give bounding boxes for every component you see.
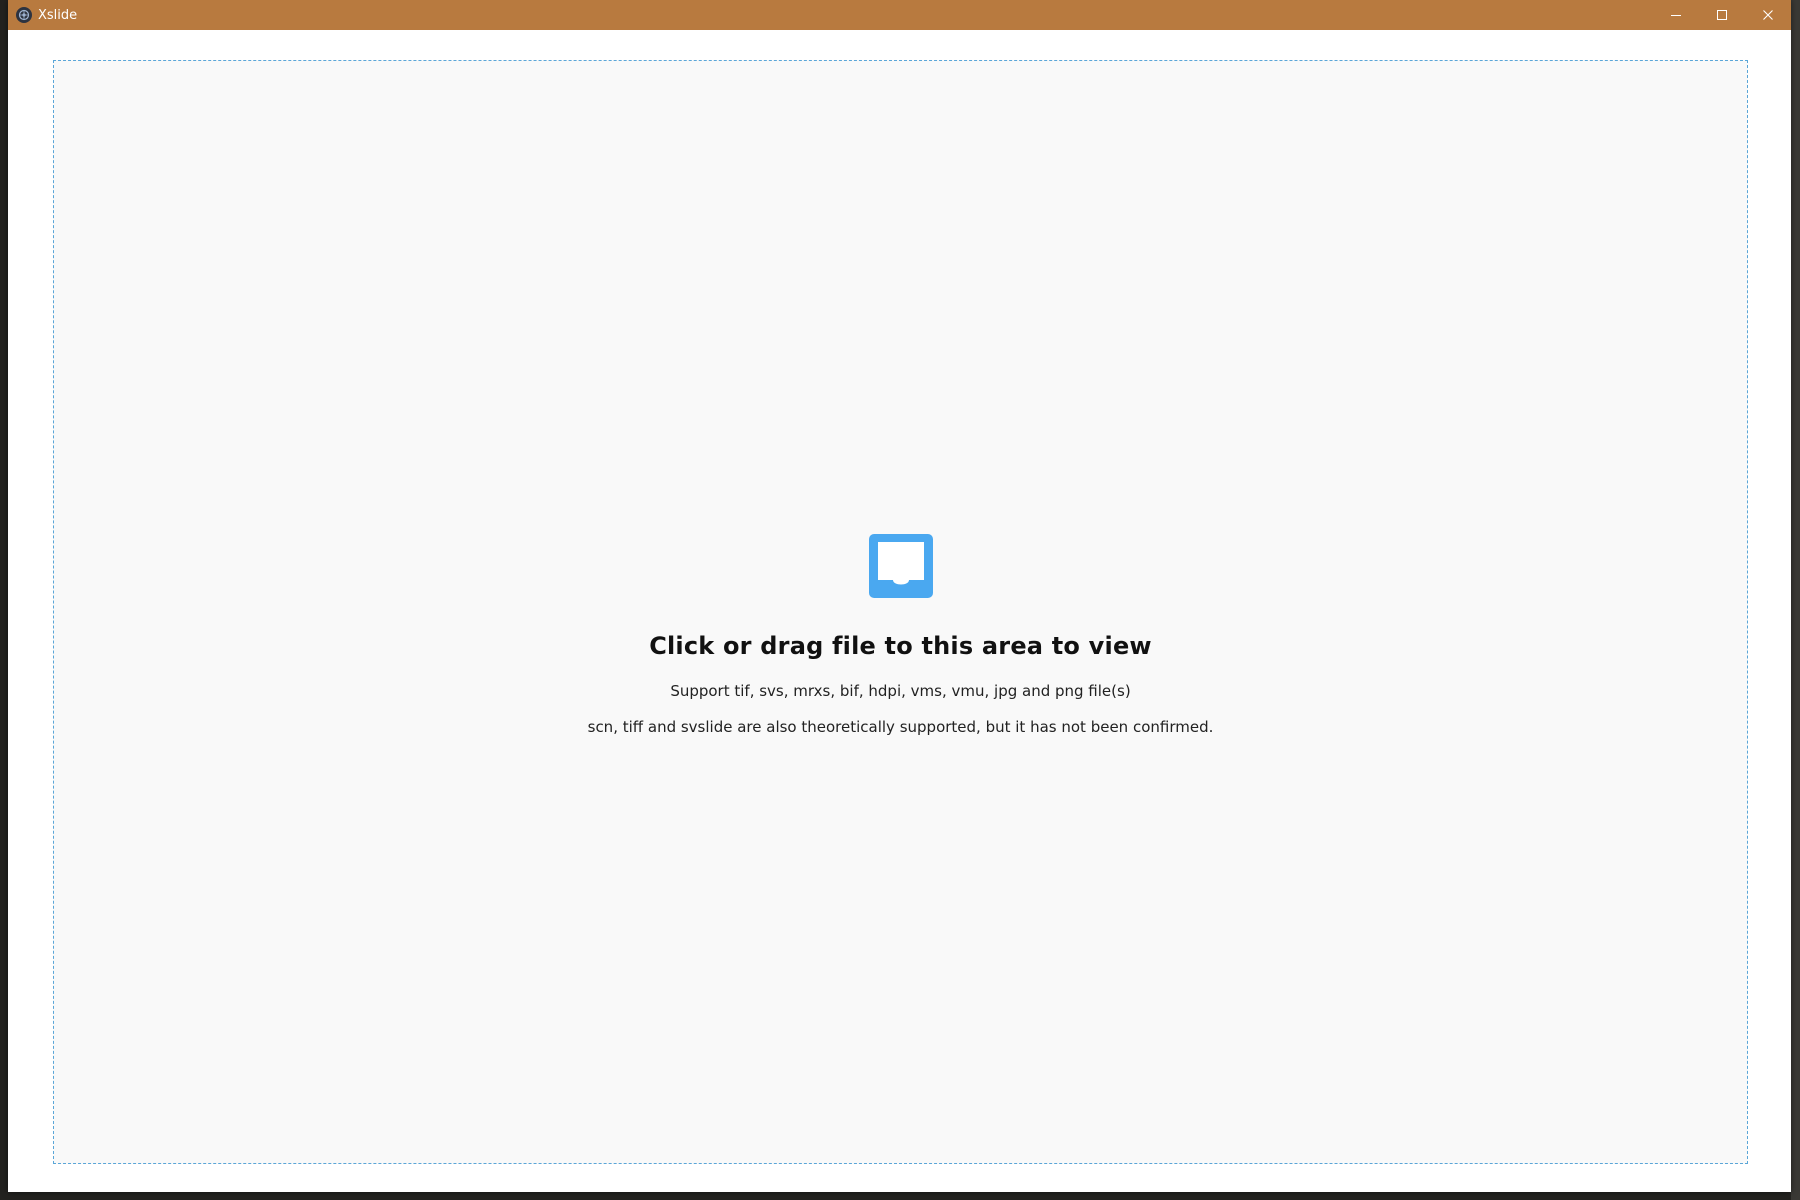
file-dropzone[interactable]: Click or drag file to this area to view … bbox=[53, 60, 1748, 1164]
close-button[interactable] bbox=[1745, 0, 1791, 30]
close-icon bbox=[1763, 10, 1773, 20]
title-bar[interactable]: Xslide bbox=[8, 0, 1791, 30]
app-window: Xslide Click or drag file to this area t… bbox=[8, 0, 1791, 1192]
minimize-button[interactable] bbox=[1653, 0, 1699, 30]
window-controls bbox=[1653, 0, 1791, 30]
dropzone-theoretical-formats: scn, tiff and svslide are also theoretic… bbox=[587, 718, 1214, 736]
app-logo-icon bbox=[16, 7, 32, 23]
window-title: Xslide bbox=[38, 7, 78, 23]
dropzone-title: Click or drag file to this area to view bbox=[649, 632, 1152, 660]
desktop-edge bbox=[1791, 0, 1800, 1200]
maximize-icon bbox=[1717, 10, 1727, 20]
dropzone-content: Click or drag file to this area to view … bbox=[54, 534, 1747, 736]
inbox-icon bbox=[868, 534, 933, 598]
maximize-button[interactable] bbox=[1699, 0, 1745, 30]
minimize-icon bbox=[1671, 15, 1681, 16]
dropzone-supported-formats: Support tif, svs, mrxs, bif, hdpi, vms, … bbox=[670, 682, 1131, 700]
